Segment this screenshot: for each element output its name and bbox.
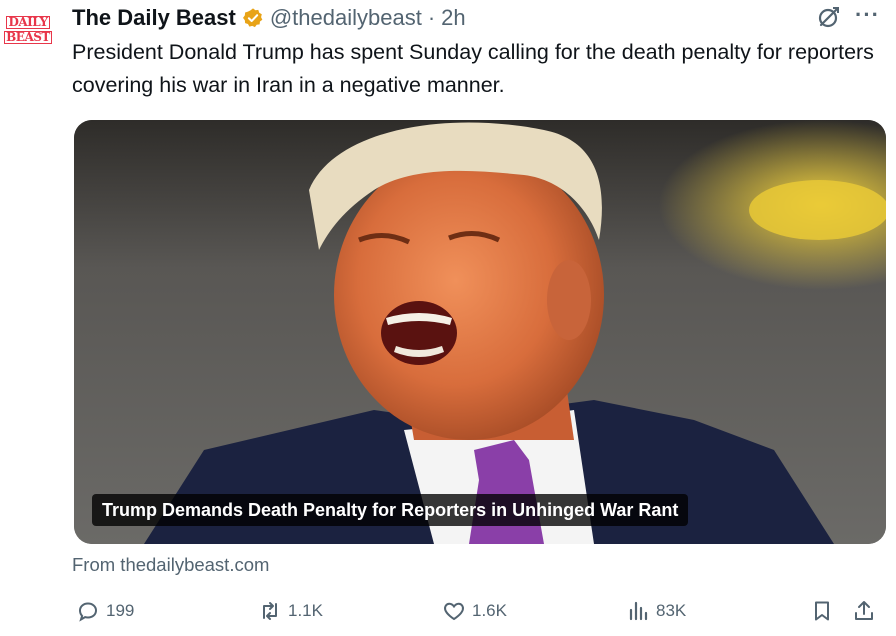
like-button[interactable]: 1.6K [442,596,507,626]
views-icon [629,601,648,621]
retweet-icon [263,602,277,620]
tweet-header: The Daily Beast @thedailybeast · 2h [72,4,466,32]
tweet-text: President Donald Trump has spent Sunday … [72,40,874,97]
separator-dot: · [427,5,436,30]
reply-button[interactable]: 199 [76,596,134,626]
article-photo [74,120,886,544]
more-options-icon[interactable]: ··· [855,2,880,28]
bookmark-icon [815,601,829,621]
retweet-button[interactable]: 1.1K [258,596,323,626]
author-name[interactable]: The Daily Beast [72,5,236,31]
share-button[interactable] [852,596,876,626]
avatar-logo-top: DAILY [6,14,50,29]
timestamp[interactable]: 2h [441,5,465,31]
reply-icon [78,602,98,622]
media-card[interactable]: Trump Demands Death Penalty for Reporter… [74,120,886,544]
tweet-card[interactable]: DAILY BEAST The Daily Beast @thedailybea… [0,0,896,636]
heart-icon [444,602,464,621]
reply-count: 199 [106,601,135,620]
action-bar: 199 1.1K 1.6K 83K [72,596,890,626]
like-count: 1.6K [472,601,507,620]
card-headline: Trump Demands Death Penalty for Reporter… [92,494,689,526]
author-handle[interactable]: @thedailybeast [270,5,422,31]
source-link[interactable]: From thedailybeast.com [72,554,269,576]
views-button[interactable]: 83K [626,596,686,626]
verified-badge-icon [242,8,263,28]
bookmark-button[interactable] [810,596,834,626]
views-count: 83K [656,601,687,620]
share-icon [855,601,873,620]
avatar[interactable]: DAILY BEAST [4,8,52,52]
avatar-logo-bottom: BEAST [4,30,52,45]
retweet-count: 1.1K [288,601,323,620]
grok-icon[interactable] [816,4,842,30]
